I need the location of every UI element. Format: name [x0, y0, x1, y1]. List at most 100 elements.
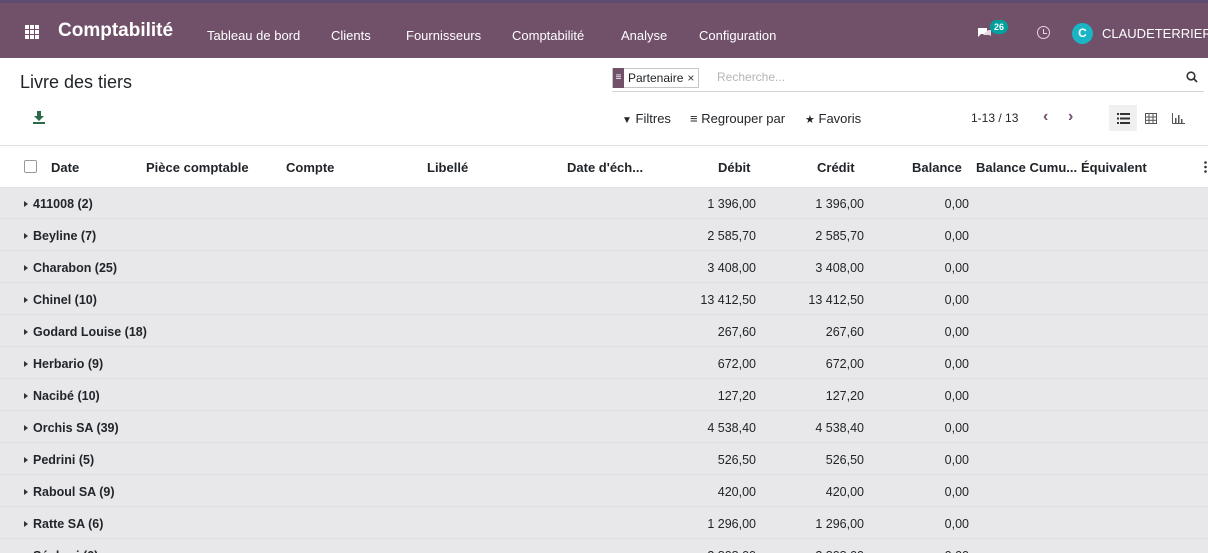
table-header: Date Pièce comptable Compte Libellé Date…	[0, 146, 1208, 188]
table-row[interactable]: Séphori (6) 2 808,00 2 808,00 0,00	[0, 540, 1208, 553]
debit-cell: 1 396,00	[707, 197, 756, 211]
apps-menu-icon[interactable]	[25, 25, 39, 39]
balance-cell: 0,00	[944, 229, 969, 243]
caret-right-icon	[24, 297, 28, 303]
table-row[interactable]: Raboul SA (9) 420,00 420,00 0,00	[0, 476, 1208, 507]
caret-right-icon	[24, 233, 28, 239]
group-name: Raboul SA (9)	[33, 485, 115, 499]
caret-right-icon	[24, 425, 28, 431]
credit-cell: 420,00	[825, 485, 864, 499]
credit-cell: 267,60	[825, 325, 864, 339]
column-header-credit[interactable]: Crédit	[817, 160, 855, 175]
filters-button[interactable]: ▼ Filtres	[622, 111, 671, 126]
column-header-debit[interactable]: Débit	[718, 160, 751, 175]
group-name: Séphori (6)	[33, 549, 98, 553]
menu-item-comptabilite[interactable]: Comptabilité	[512, 28, 584, 43]
group-name: Charabon (25)	[33, 261, 118, 275]
table-row[interactable]: Nacibé (10) 127,20 127,20 0,00	[0, 380, 1208, 411]
group-label: Ratte SA (6)	[24, 517, 103, 531]
caret-right-icon	[24, 361, 28, 367]
table-row[interactable]: Godard Louise (18) 267,60 267,60 0,00	[0, 316, 1208, 347]
search-icon[interactable]	[1186, 71, 1198, 83]
filter-icon: ▼	[622, 115, 632, 126]
credit-cell: 2 808,00	[815, 549, 864, 553]
facet-label: Partenaire	[628, 71, 684, 85]
group-name: Godard Louise (18)	[33, 325, 147, 339]
group-label: Charabon (25)	[24, 261, 117, 275]
credit-cell: 1 296,00	[815, 517, 864, 531]
table-row[interactable]: Beyline (7) 2 585,70 2 585,70 0,00	[0, 220, 1208, 251]
menu-item-clients[interactable]: Clients	[331, 28, 371, 43]
balance-cell: 0,00	[944, 485, 969, 499]
graph-view-icon	[1171, 112, 1185, 124]
pivot-view-icon	[1145, 112, 1157, 124]
debit-cell: 267,60	[717, 325, 756, 339]
table-row[interactable]: Orchis SA (39) 4 538,40 4 538,40 0,00	[0, 412, 1208, 443]
debit-cell: 1 296,00	[707, 517, 756, 531]
table-row[interactable]: Charabon (25) 3 408,00 3 408,00 0,00	[0, 252, 1208, 283]
menu-item-tableau-de-bord[interactable]: Tableau de bord	[207, 28, 300, 43]
balance-cell: 0,00	[944, 421, 969, 435]
user-name[interactable]: CLAUDETERRIER	[1102, 26, 1208, 41]
column-header-equivalent[interactable]: Équivalent	[1081, 160, 1147, 175]
favorites-button[interactable]: ★ Favoris	[805, 111, 861, 126]
column-header-piece[interactable]: Pièce comptable	[146, 160, 249, 175]
column-header-date[interactable]: Date	[51, 160, 79, 175]
table-row[interactable]: Herbario (9) 672,00 672,00 0,00	[0, 348, 1208, 379]
caret-right-icon	[24, 489, 28, 495]
search-input[interactable]	[717, 70, 1157, 84]
table-row[interactable]: Chinel (10) 13 412,50 13 412,50 0,00	[0, 284, 1208, 315]
group-label: Raboul SA (9)	[24, 485, 114, 499]
caret-right-icon	[24, 393, 28, 399]
group-label: Godard Louise (18)	[24, 325, 147, 339]
groupby-button[interactable]: ≡ Regrouper par	[690, 111, 785, 126]
column-header-compte[interactable]: Compte	[286, 160, 334, 175]
debit-cell: 13 412,50	[700, 293, 756, 307]
group-label: Herbario (9)	[24, 357, 103, 371]
credit-cell: 127,20	[825, 389, 864, 403]
group-name: Pedrini (5)	[33, 453, 95, 467]
balance-cell: 0,00	[944, 197, 969, 211]
group-name: Ratte SA (6)	[33, 517, 104, 531]
select-all-checkbox[interactable]	[24, 160, 37, 173]
column-header-balance-cumulee[interactable]: Balance Cumu...	[976, 160, 1077, 175]
graph-view-button[interactable]	[1164, 105, 1192, 131]
optional-columns-icon[interactable]	[1204, 161, 1207, 173]
table-row[interactable]: 411008 (2) 1 396,00 1 396,00 0,00	[0, 188, 1208, 219]
column-header-date-echeance[interactable]: Date d'éch...	[567, 160, 643, 175]
groupby-label: Regrouper par	[701, 111, 786, 126]
avatar[interactable]: C	[1072, 23, 1093, 44]
caret-right-icon	[24, 521, 28, 527]
column-header-balance[interactable]: Balance	[912, 160, 962, 175]
pager-previous-button[interactable]: ‹	[1043, 108, 1048, 126]
pager-next-button[interactable]: ›	[1068, 108, 1073, 126]
group-label: Séphori (6)	[24, 549, 98, 553]
group-label: Beyline (7)	[24, 229, 96, 243]
credit-cell: 4 538,40	[815, 421, 864, 435]
facet-remove-button[interactable]: ×	[687, 71, 698, 85]
download-icon[interactable]	[32, 110, 46, 124]
menu-item-fournisseurs[interactable]: Fournisseurs	[406, 28, 481, 43]
group-label: Nacibé (10)	[24, 389, 100, 403]
balance-cell: 0,00	[944, 357, 969, 371]
list-view-button[interactable]	[1109, 105, 1137, 131]
menu-item-analyse[interactable]: Analyse	[621, 28, 667, 43]
app-title[interactable]: Comptabilité	[58, 20, 173, 42]
debit-cell: 2 808,00	[707, 549, 756, 553]
caret-right-icon	[24, 201, 28, 207]
search-bar: ≡ Partenaire ×	[612, 66, 1204, 92]
table-row[interactable]: Pedrini (5) 526,50 526,50 0,00	[0, 444, 1208, 475]
favorites-label: Favoris	[818, 111, 862, 126]
menu-item-configuration[interactable]: Configuration	[699, 28, 776, 43]
debit-cell: 2 585,70	[707, 229, 756, 243]
top-navbar: Comptabilité Tableau de bord Clients Fou…	[0, 0, 1208, 58]
list-view-icon	[1116, 112, 1130, 124]
group-name: Nacibé (10)	[33, 389, 100, 403]
column-header-libelle[interactable]: Libellé	[427, 160, 468, 175]
pager-value[interactable]: 1-13 / 13	[971, 111, 1018, 125]
activity-clock-icon[interactable]	[1037, 26, 1050, 39]
table-row[interactable]: Ratte SA (6) 1 296,00 1 296,00 0,00	[0, 508, 1208, 539]
group-label: Pedrini (5)	[24, 453, 94, 467]
pivot-view-button[interactable]	[1137, 105, 1165, 131]
caret-right-icon	[24, 265, 28, 271]
